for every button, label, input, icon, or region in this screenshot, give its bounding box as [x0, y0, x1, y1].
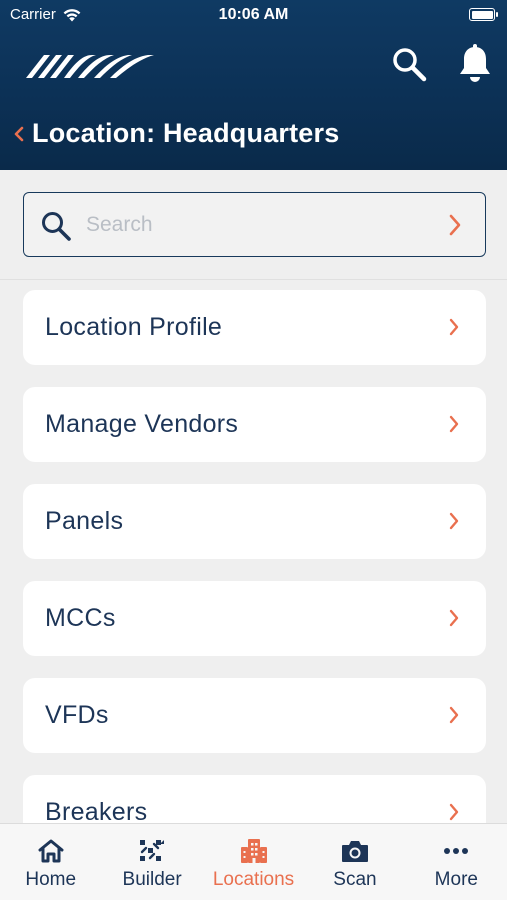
logo-icon [26, 55, 154, 78]
battery-icon [469, 8, 498, 21]
menu-item-panels[interactable]: Panels [23, 484, 486, 559]
tab-label: More [434, 869, 478, 890]
bell-icon[interactable] [458, 44, 492, 84]
tab-home[interactable]: Home [0, 824, 101, 900]
search-box[interactable] [23, 192, 486, 257]
tab-locations[interactable]: Locations [203, 824, 304, 900]
home-icon [38, 839, 64, 863]
status-bar: Carrier 10:06 AM [0, 0, 507, 30]
menu-item-manage-vendors[interactable]: Manage Vendors [23, 387, 486, 462]
tab-scan[interactable]: Scan [304, 824, 405, 900]
chevron-right-icon [449, 512, 459, 530]
page-title: Location: Headquarters [32, 118, 340, 148]
search-area [0, 170, 507, 280]
building-icon [240, 839, 267, 863]
chevron-right-icon [449, 318, 459, 336]
menu-item-label: VFDs [45, 701, 109, 729]
menu-item-label: Panels [45, 507, 124, 535]
menu-item-location-profile[interactable]: Location Profile [23, 290, 486, 365]
chevron-right-icon [449, 706, 459, 724]
builder-icon [140, 840, 165, 861]
chevron-right-icon [449, 415, 459, 433]
tab-bar: Home Builder Locations Scan More [0, 823, 507, 900]
menu-item-label: Location Profile [45, 313, 223, 341]
header-search-icon[interactable] [391, 46, 427, 82]
more-icon [444, 848, 469, 854]
menu-item-mccs[interactable]: MCCs [23, 581, 486, 656]
search-submit-chevron-icon[interactable] [447, 213, 463, 237]
chevron-right-icon [449, 803, 459, 821]
menu-item-vfds[interactable]: VFDs [23, 678, 486, 753]
search-icon [42, 212, 71, 241]
tab-label: Home [25, 869, 77, 890]
tab-label: Scan [333, 869, 377, 890]
search-input[interactable] [86, 207, 426, 243]
back-chevron-icon[interactable] [10, 123, 30, 145]
chevron-right-icon [449, 609, 459, 627]
tab-builder[interactable]: Builder [101, 824, 202, 900]
menu-item-label: Manage Vendors [45, 410, 239, 438]
camera-icon [341, 841, 368, 862]
menu-item-label: MCCs [45, 604, 116, 632]
status-time: 10:06 AM [218, 6, 289, 23]
tab-label: Builder [122, 869, 182, 890]
tab-more[interactable]: More [406, 824, 507, 900]
title-row: Location: Headquarters [10, 118, 339, 149]
tab-label: Locations [212, 869, 295, 890]
app-header: Carrier 10:06 AM Location: Headquarters [0, 0, 507, 170]
